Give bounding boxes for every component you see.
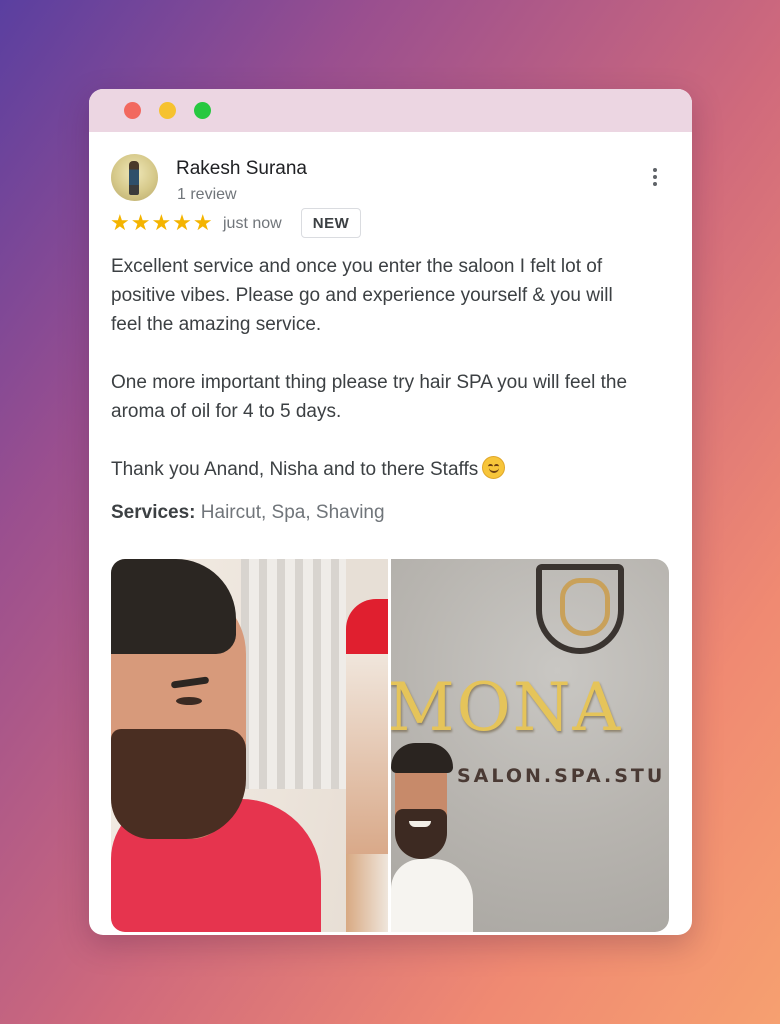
reviewer-name[interactable]: Rakesh Surana	[176, 158, 307, 180]
review-card: Rakesh Surana 1 review ★★★★★ just now NE…	[89, 132, 692, 935]
review-photo-1[interactable]	[111, 559, 388, 932]
review-paragraph-1: Excellent service and once you enter the…	[111, 256, 613, 335]
more-vert-icon[interactable]	[643, 164, 667, 190]
services-line: Services: Haircut, Spa, Shaving	[111, 502, 385, 524]
zoom-window-button[interactable]	[194, 102, 211, 119]
avatar-photo	[129, 161, 139, 195]
reviewer-avatar[interactable]	[111, 154, 158, 201]
star-rating: ★★★★★	[110, 210, 214, 235]
new-badge: NEW	[301, 208, 361, 238]
review-timestamp: just now	[223, 215, 282, 232]
services-label: Services:	[111, 502, 196, 523]
services-value: Haircut, Spa, Shaving	[200, 502, 385, 523]
review-paragraph-3-text: Thank you Anand, Nisha and to there Staf…	[111, 459, 479, 480]
reviewer-review-count: 1 review	[177, 186, 237, 203]
review-paragraph-3: Thank you Anand, Nisha and to there Staf…	[111, 455, 631, 484]
photo-brand-subtitle: SALON.SPA.STU	[457, 765, 666, 787]
close-window-button[interactable]	[124, 102, 141, 119]
window-titlebar	[89, 89, 692, 132]
smiling-face-emoji-icon	[482, 456, 506, 479]
review-window: Rakesh Surana 1 review ★★★★★ just now NE…	[89, 89, 692, 935]
minimize-window-button[interactable]	[159, 102, 176, 119]
salon-logo-icon	[536, 564, 624, 654]
photo-brand-text: MONA	[391, 669, 623, 746]
review-paragraph-2: One more important thing please try hair…	[111, 372, 628, 422]
review-photo-2[interactable]: MONA SALON.SPA.STU	[391, 559, 669, 932]
